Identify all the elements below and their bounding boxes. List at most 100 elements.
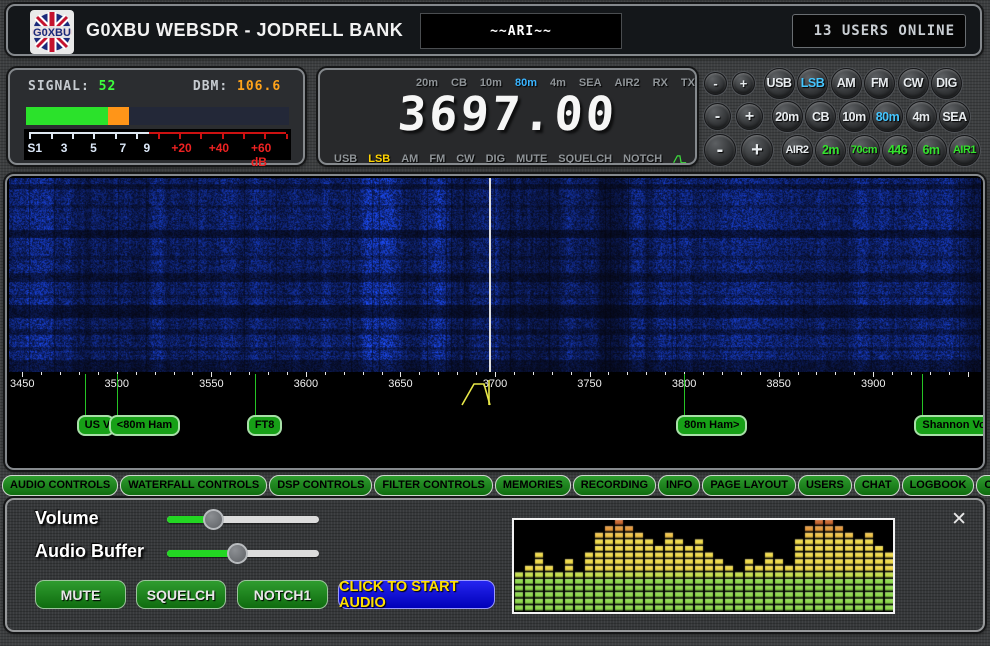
scale-minor-tick <box>457 372 458 375</box>
waterfall-display[interactable] <box>9 178 981 372</box>
scale-major-tick <box>495 372 496 377</box>
scale-minor-tick <box>854 372 855 375</box>
button-70cm[interactable]: 70cm <box>849 135 880 166</box>
button-lsb[interactable]: LSB <box>797 68 828 99</box>
button-4m[interactable]: 4m <box>906 101 937 132</box>
s-meter-label: +60 dB <box>251 141 278 169</box>
waterfall-panel: 3450350035503600365037003750380038503900… <box>5 174 985 470</box>
button-20m[interactable]: 20m <box>772 101 803 132</box>
tab-audio-controls[interactable]: AUDIO CONTROLS <box>2 475 118 496</box>
scale-minor-tick <box>798 372 799 375</box>
tab-filter-controls[interactable]: FILTER CONTROLS <box>374 475 492 496</box>
mode-indicator-usb[interactable]: USB <box>334 153 357 165</box>
button-usb[interactable]: USB <box>764 68 795 99</box>
scale-minor-tick <box>703 372 704 375</box>
step-down-button-row3[interactable]: - <box>704 134 736 166</box>
button-10m[interactable]: 10m <box>839 101 870 132</box>
scale-label-3550: 3550 <box>199 378 223 390</box>
tab-logbook[interactable]: LOGBOOK <box>902 475 975 496</box>
s-meter-tick <box>222 134 224 139</box>
mode-indicator-lsb[interactable]: LSB <box>368 153 390 165</box>
mode-indicator-notch[interactable]: NOTCH <box>623 153 662 165</box>
band-marker-label[interactable]: FT8 <box>247 415 283 436</box>
squelch-button[interactable]: SQUELCH <box>136 580 226 609</box>
button-air2[interactable]: AIR2 <box>782 135 813 166</box>
signal-label: SIGNAL: <box>28 79 90 94</box>
button-fm[interactable]: FM <box>864 68 895 99</box>
button-cw[interactable]: CW <box>898 68 929 99</box>
button-air1[interactable]: AIR1 <box>949 135 980 166</box>
step-up-button-row1[interactable]: + <box>732 72 755 95</box>
band-marker-label[interactable]: 80m Ham> <box>676 415 747 436</box>
step-up-button-row3[interactable]: + <box>741 134 773 166</box>
tab-users[interactable]: USERS <box>798 475 852 496</box>
button-dig[interactable]: DIG <box>931 68 962 99</box>
signal-meter-panel: SIGNAL: 52 DBM: 106.6 S13579+20+40+60 dB <box>8 68 305 165</box>
s-meter-label: 7 <box>119 141 126 155</box>
tab-memories[interactable]: MEMORIES <box>495 475 571 496</box>
scale-minor-tick <box>363 372 364 375</box>
s-meter-label: 5 <box>90 141 97 155</box>
volume-slider[interactable] <box>167 516 319 523</box>
svg-text:G0XBU: G0XBU <box>33 27 71 39</box>
button-6m[interactable]: 6m <box>916 135 947 166</box>
mode-indicator-dig[interactable]: DIG <box>486 153 506 165</box>
button-sea[interactable]: SEA <box>939 101 970 132</box>
scale-minor-tick <box>287 372 288 375</box>
band-marker-line <box>117 374 118 415</box>
scale-minor-tick <box>911 372 912 375</box>
scale-minor-tick <box>230 372 231 375</box>
page-title: G0XBU WEBSDR - JODRELL BANK <box>86 20 403 41</box>
scale-minor-tick <box>476 372 477 375</box>
button-cb[interactable]: CB <box>805 101 836 132</box>
scale-minor-tick <box>268 372 269 375</box>
step-down-button-row1[interactable]: - <box>704 72 727 95</box>
mode-indicator-am[interactable]: AM <box>401 153 418 165</box>
start-audio-button[interactable]: CLICK TO START AUDIO <box>338 580 495 609</box>
s-meter-scale: S13579+20+40+60 dB <box>24 129 291 160</box>
button-2m[interactable]: 2m <box>815 135 846 166</box>
scale-label-3600: 3600 <box>294 378 318 390</box>
notch1-button[interactable]: NOTCH1 <box>237 580 328 609</box>
tab-dsp-controls[interactable]: DSP CONTROLS <box>269 475 372 496</box>
tab-waterfall-controls[interactable]: WATERFALL CONTROLS <box>120 475 267 496</box>
tab-info[interactable]: INFO <box>658 475 700 496</box>
scale-major-tick <box>968 372 969 377</box>
scale-minor-tick <box>325 372 326 375</box>
band-marker-label[interactable]: Shannon Volmet <box>914 415 985 436</box>
s-meter-label: S1 <box>27 141 42 155</box>
scale-minor-tick <box>533 372 534 375</box>
frequency-display: 3697.00 <box>318 87 697 142</box>
signal-level-bar <box>26 107 289 125</box>
step-up-button-row2[interactable]: + <box>736 103 763 130</box>
scale-minor-tick <box>98 372 99 375</box>
scale-minor-tick <box>382 372 383 375</box>
close-icon[interactable]: ✕ <box>951 508 967 531</box>
scale-minor-tick <box>344 372 345 375</box>
tab-page-layout[interactable]: PAGE LAYOUT <box>702 475 796 496</box>
mode-indicator-cw[interactable]: CW <box>456 153 474 165</box>
passband-shape-icon[interactable] <box>458 379 504 407</box>
tab-chat[interactable]: CHAT <box>854 475 900 496</box>
band-marker-label[interactable]: <80m Ham <box>109 415 180 436</box>
button-am[interactable]: AM <box>831 68 862 99</box>
button-80m[interactable]: 80m <box>872 101 903 132</box>
s-meter-tick <box>200 134 202 139</box>
audio-buffer-slider-thumb[interactable] <box>227 543 248 564</box>
scale-label-3900: 3900 <box>861 378 885 390</box>
tab-cb-codes[interactable]: CB CODES <box>976 475 990 496</box>
step-down-button-row2[interactable]: - <box>704 103 731 130</box>
s-meter-label: 3 <box>61 141 68 155</box>
mode-indicator-mute[interactable]: MUTE <box>516 153 547 165</box>
scale-minor-tick <box>949 372 950 375</box>
audio-buffer-slider[interactable] <box>167 550 319 557</box>
scale-minor-tick <box>174 372 175 375</box>
mode-indicator-fm[interactable]: FM <box>429 153 445 165</box>
audio-controls-panel: Volume Audio Buffer MUTE SQUELCH NOTCH1 … <box>5 498 985 632</box>
volume-slider-thumb[interactable] <box>203 509 224 530</box>
mode-indicator-squelch[interactable]: SQUELCH <box>558 153 612 165</box>
mute-button[interactable]: MUTE <box>35 580 126 609</box>
button-446[interactable]: 446 <box>882 135 913 166</box>
band-marker-line <box>684 374 685 415</box>
tab-recording[interactable]: RECORDING <box>573 475 656 496</box>
